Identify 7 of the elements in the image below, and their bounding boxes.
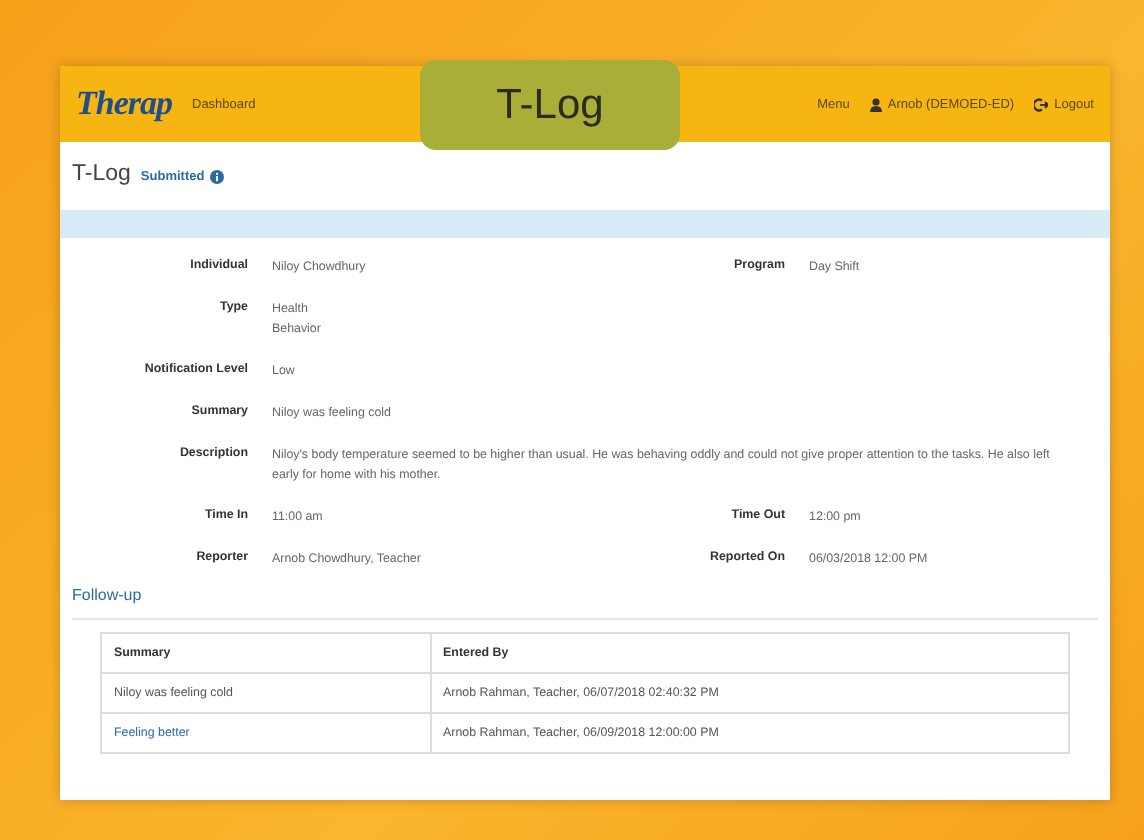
logout-icon — [1034, 97, 1049, 111]
section-heading: Follow-up — [72, 585, 1098, 620]
logo[interactable]: Therap — [76, 84, 172, 124]
info-icon[interactable] — [210, 170, 225, 184]
callout-label: T-Log — [420, 60, 680, 150]
person-icon — [869, 97, 882, 111]
page-title: T-Log — [72, 162, 131, 186]
